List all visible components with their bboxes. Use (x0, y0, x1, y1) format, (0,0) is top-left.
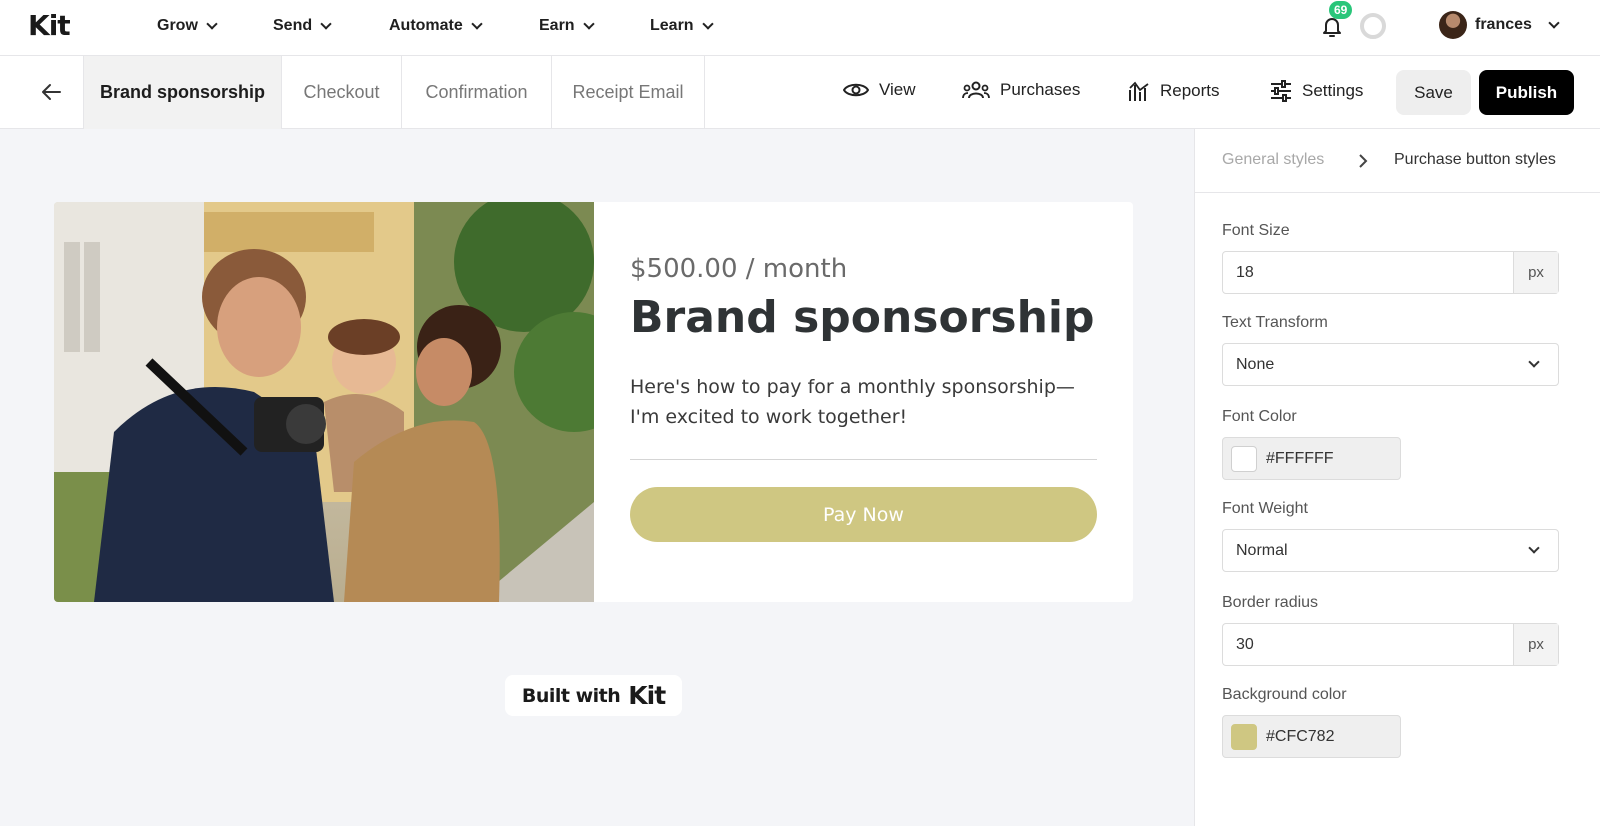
editor-toolbar: Brand sponsorship Checkout Confirmation … (0, 56, 1600, 129)
chevron-down-icon (206, 18, 218, 30)
reports-label: Reports (1160, 81, 1220, 100)
tab-confirmation[interactable]: Confirmation (402, 56, 552, 129)
top-navigation: Kit Grow Send Automate Earn Learn 69 fra… (0, 0, 1600, 56)
product-title: Brand sponsorship (630, 292, 1095, 343)
eye-icon (843, 83, 869, 97)
settings-label: Settings (1302, 81, 1364, 100)
chevron-down-icon (701, 18, 714, 30)
text-transform-select[interactable]: None (1222, 343, 1559, 386)
settings-button[interactable]: Settings (1270, 80, 1363, 102)
chevron-down-icon (582, 18, 595, 30)
tab-label: Confirmation (425, 82, 528, 102)
product-image (54, 202, 594, 602)
font-size-input[interactable]: 18 px (1222, 251, 1559, 294)
tab-checkout[interactable]: Checkout (282, 56, 402, 129)
chevron-down-icon (320, 18, 332, 30)
pay-now-button[interactable]: Pay Now (630, 487, 1097, 542)
breadcrumb-current: Purchase button styles (1394, 151, 1556, 168)
font-size-value: 18 (1236, 264, 1254, 281)
font-color-swatch[interactable] (1231, 446, 1257, 472)
border-radius-input[interactable]: 30 px (1222, 623, 1559, 666)
view-button[interactable]: View (843, 80, 916, 100)
reports-button[interactable]: Reports (1128, 80, 1220, 102)
sliders-icon (1271, 80, 1291, 102)
background-color-value: #CFC782 (1266, 728, 1335, 745)
breadcrumb: General styles Purchase button styles (1195, 129, 1600, 193)
font-size-label: Font Size (1222, 222, 1290, 239)
nav-earn[interactable]: Earn (539, 17, 595, 35)
text-transform-value: None (1236, 356, 1275, 373)
style-panel: General styles Purchase button styles Fo… (1194, 129, 1600, 826)
nav-learn[interactable]: Learn (650, 17, 714, 35)
tab-receipt-email[interactable]: Receipt Email (552, 56, 705, 129)
breadcrumb-general-styles[interactable]: General styles (1222, 151, 1324, 169)
chevron-down-icon (471, 18, 483, 30)
users-icon (962, 81, 990, 99)
font-color-picker[interactable]: #FFFFFF (1222, 437, 1401, 480)
nav-grow[interactable]: Grow (157, 17, 218, 35)
background-color-label: Background color (1222, 686, 1347, 703)
nav-automate-label: Automate (389, 17, 463, 34)
user-name: frances (1475, 16, 1532, 33)
built-with-text: Built with (521, 684, 621, 707)
purchases-label: Purchases (1000, 80, 1081, 99)
user-menu[interactable]: frances (1475, 16, 1560, 34)
tab-label: Brand sponsorship (99, 82, 265, 102)
chevron-down-icon (1528, 356, 1540, 368)
notification-badge: 69 (1329, 1, 1353, 19)
product-card: $500.00 / month Brand sponsorship Here's… (54, 202, 1133, 602)
font-weight-label: Font Weight (1222, 500, 1308, 517)
nav-send-label: Send (273, 17, 313, 34)
border-radius-value: 30 (1236, 636, 1254, 653)
progress-ring-icon[interactable] (1360, 13, 1386, 39)
background-color-picker[interactable]: #CFC782 (1222, 715, 1401, 758)
purchases-button[interactable]: Purchases (962, 80, 1080, 100)
border-radius-unit: px (1513, 624, 1558, 665)
font-weight-select[interactable]: Normal (1222, 529, 1559, 572)
font-weight-value: Normal (1236, 542, 1288, 559)
kit-logo: Kit (628, 681, 666, 710)
border-radius-label: Border radius (1222, 594, 1319, 611)
built-with-kit-badge[interactable]: Built with Kit (505, 675, 682, 716)
font-color-label: Font Color (1222, 408, 1297, 425)
tab-brand-sponsorship[interactable]: Brand sponsorship (83, 56, 282, 129)
product-price: $500.00 / month (630, 254, 848, 284)
kit-logo[interactable]: Kit (28, 11, 71, 41)
save-button[interactable]: Save (1396, 70, 1471, 115)
nav-automate[interactable]: Automate (389, 17, 483, 35)
font-size-unit: px (1513, 252, 1558, 293)
publish-button[interactable]: Publish (1479, 70, 1574, 115)
view-label: View (879, 80, 916, 99)
product-details: $500.00 / month Brand sponsorship Here's… (630, 202, 1100, 602)
nav-grow-label: Grow (157, 17, 198, 34)
tab-label: Checkout (303, 82, 380, 102)
chevron-right-icon (1359, 154, 1368, 168)
nav-send[interactable]: Send (273, 17, 332, 35)
avatar[interactable] (1439, 11, 1467, 39)
nav-learn-label: Learn (650, 17, 694, 34)
tab-label: Receipt Email (572, 82, 684, 102)
product-description: Here's how to pay for a monthly sponsors… (630, 376, 1075, 428)
chart-icon (1129, 81, 1149, 101)
divider (630, 459, 1097, 460)
back-arrow-icon[interactable] (40, 81, 62, 103)
nav-earn-label: Earn (539, 17, 575, 34)
background-color-swatch[interactable] (1231, 724, 1257, 750)
chevron-down-icon (1548, 17, 1560, 29)
text-transform-label: Text Transform (1222, 314, 1328, 331)
font-color-value: #FFFFFF (1266, 450, 1334, 467)
chevron-down-icon (1528, 542, 1540, 554)
